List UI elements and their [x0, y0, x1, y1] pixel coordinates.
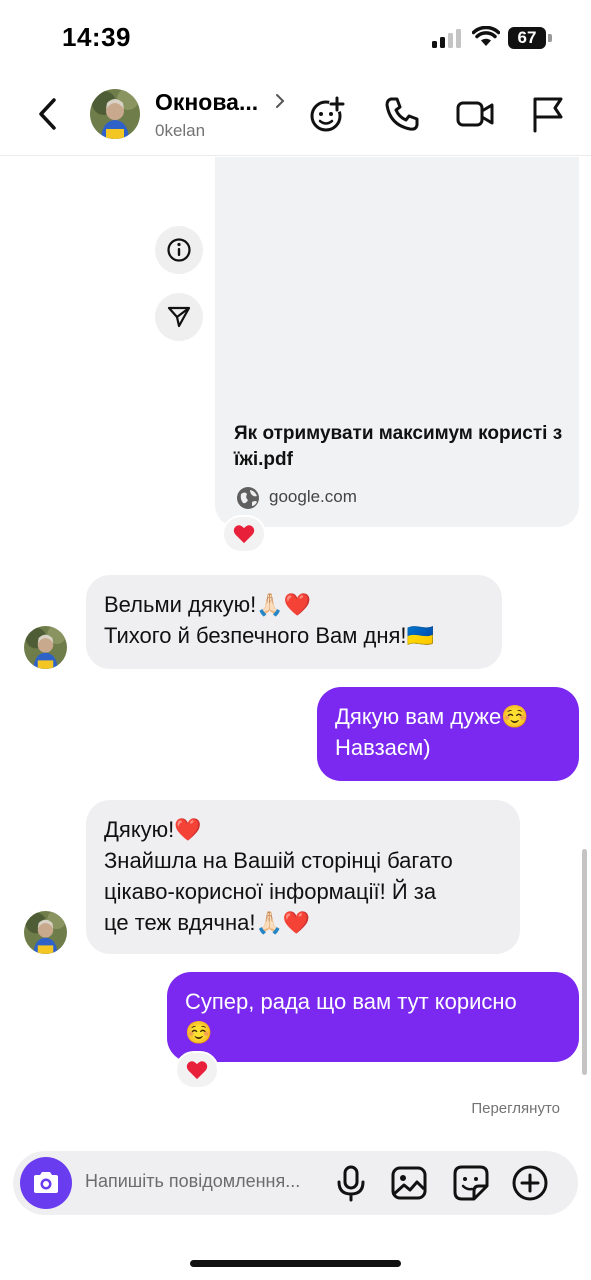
message-text: Супер, рада що вам тут корисно	[185, 989, 517, 1014]
phone-icon[interactable]	[382, 94, 422, 134]
message-thread[interactable]: Як отримувати максимум користі з їжі.pdf…	[0, 157, 591, 1142]
heart-icon	[233, 525, 255, 544]
chevron-right-icon[interactable]	[274, 92, 286, 110]
header-avatar[interactable]	[90, 89, 140, 139]
globe-icon	[237, 487, 259, 509]
info-icon	[167, 238, 191, 262]
chat-header: Окнова... 0kelan	[0, 76, 591, 156]
incoming-message-bubble[interactable]: Вельми дякую!🙏🏻❤️ Тихого й безпечного Ва…	[86, 575, 502, 669]
outgoing-message-bubble[interactable]: Дякую вам дуже☺️ Навзаєм)	[317, 687, 579, 781]
back-icon[interactable]	[30, 94, 66, 134]
sticker-icon[interactable]	[451, 1163, 491, 1203]
contact-name[interactable]: Окнова...	[155, 89, 258, 116]
message-text: Дякую!❤️	[104, 817, 202, 842]
message-text: Знайшла на Вашій сторінці багато	[104, 848, 453, 873]
seen-status: Переглянуто	[471, 1100, 560, 1117]
add-emoji-icon[interactable]	[307, 94, 347, 134]
gallery-icon[interactable]	[389, 1163, 429, 1203]
share-button[interactable]	[155, 293, 203, 341]
camera-button[interactable]	[20, 1157, 72, 1209]
sender-avatar[interactable]	[24, 626, 67, 669]
message-text: це теж вдячна!🙏🏻❤️	[104, 910, 311, 935]
contact-username[interactable]: 0kelan	[155, 121, 205, 141]
link-domain[interactable]: google.com	[269, 487, 357, 507]
sender-avatar[interactable]	[24, 911, 67, 954]
signal-icon	[432, 29, 461, 48]
battery-icon: 67	[508, 27, 552, 49]
message-text: Вельми дякую!🙏🏻❤️	[104, 592, 312, 617]
scrollbar[interactable]	[582, 849, 587, 1075]
send-icon	[167, 306, 191, 328]
heart-reaction[interactable]	[175, 1051, 219, 1089]
wifi-icon	[472, 26, 500, 46]
camera-icon	[34, 1172, 58, 1193]
incoming-message-bubble[interactable]: Дякую!❤️ Знайшла на Вашій сторінці багат…	[86, 800, 520, 954]
message-text: Навзаєм)	[335, 735, 431, 760]
message-composer[interactable]: Напишіть повідомлення...	[13, 1151, 578, 1215]
heart-icon	[186, 1061, 208, 1080]
battery-level: 67	[508, 27, 546, 49]
microphone-icon[interactable]	[331, 1163, 371, 1203]
message-text: Тихого й безпечного Вам дня!🇺🇦	[104, 623, 434, 648]
shared-link-card[interactable]: Як отримувати максимум користі з їжі.pdf…	[215, 157, 579, 527]
outgoing-message-bubble[interactable]: Супер, рада що вам тут корисно ☺️	[167, 972, 579, 1062]
flag-icon[interactable]	[528, 94, 568, 134]
add-icon[interactable]	[510, 1163, 550, 1203]
message-text: Дякую вам дуже☺️	[335, 704, 529, 729]
message-text: цікаво-корисної інформації! Й за	[104, 879, 437, 904]
status-bar: 14:39 67	[0, 0, 591, 76]
message-input[interactable]: Напишіть повідомлення...	[85, 1171, 300, 1192]
message-text: ☺️	[185, 1020, 213, 1045]
video-icon[interactable]	[455, 94, 495, 134]
info-button[interactable]	[155, 226, 203, 274]
link-title[interactable]: Як отримувати максимум користі з їжі.pdf	[234, 421, 564, 473]
heart-reaction[interactable]	[222, 515, 266, 553]
status-time: 14:39	[62, 22, 131, 52]
home-indicator[interactable]	[190, 1260, 401, 1267]
